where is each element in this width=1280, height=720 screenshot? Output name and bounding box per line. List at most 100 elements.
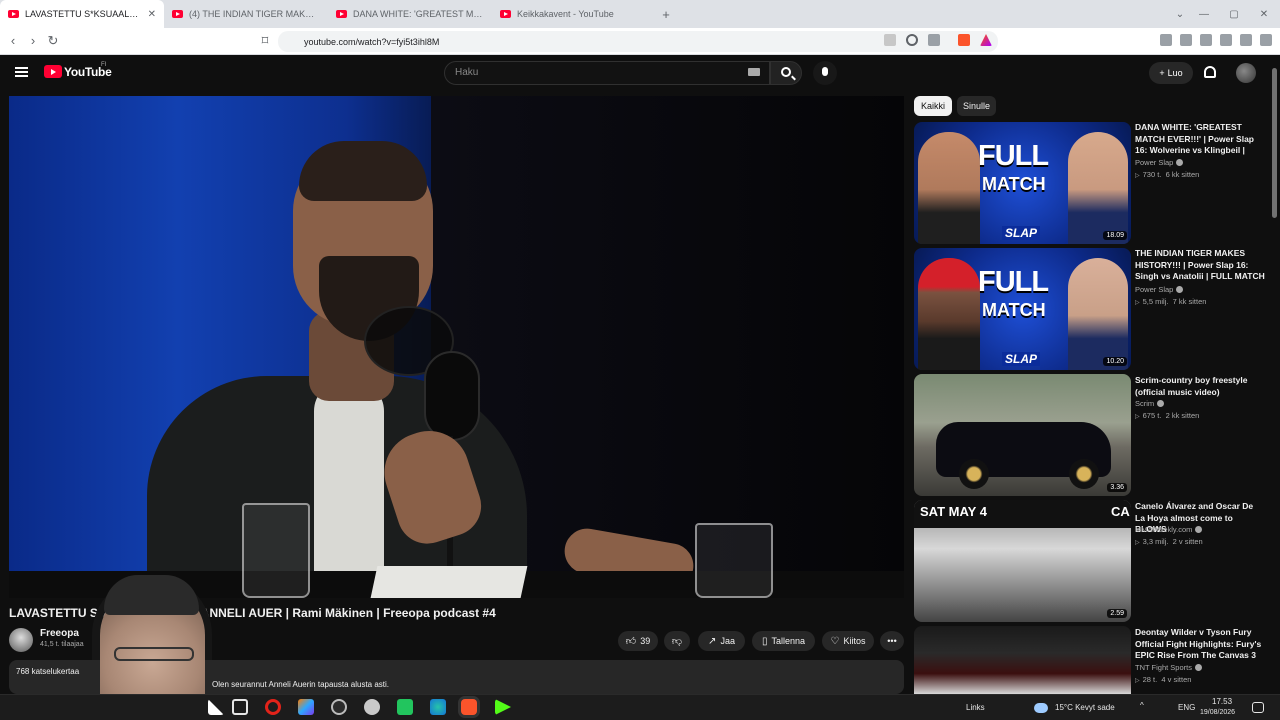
- search-input[interactable]: Haku: [444, 61, 770, 85]
- sidebar-icon[interactable]: [1180, 34, 1192, 46]
- clock-date[interactable]: 19/08/2026: [1200, 709, 1235, 716]
- video-duration: 10.20: [1103, 357, 1127, 366]
- vpn-icon[interactable]: [1240, 34, 1252, 46]
- recommendation-title[interactable]: Scrim-country boy freestyle (official mu…: [1135, 375, 1265, 398]
- verified-icon: [1194, 664, 1202, 671]
- fighter-right: [1068, 258, 1128, 370]
- share-button[interactable]: ↗ Jaa: [698, 631, 745, 651]
- like-count: 39: [640, 636, 651, 646]
- browser-tab[interactable]: DANA WHITE: 'GREATEST MATCH EV: [328, 0, 492, 28]
- recommendation-meta: ▷ 28 t. 4 v sitten: [1135, 675, 1191, 684]
- thanks-button[interactable]: ♡ Kiitos: [822, 631, 874, 651]
- minimize-icon[interactable]: —: [1190, 0, 1218, 28]
- voice-search-button[interactable]: [813, 61, 837, 85]
- recommendation-title[interactable]: Deontay Wilder v Tyson Fury Official Fig…: [1135, 627, 1265, 661]
- recommendation-title[interactable]: DANA WHITE: 'GREATEST MATCH EVER!!!' | P…: [1135, 122, 1265, 156]
- recommendation-thumbnail[interactable]: [914, 626, 1131, 694]
- menu-icon[interactable]: [1260, 34, 1272, 46]
- recommendation-channel[interactable]: TNT Fight Sports: [1135, 663, 1202, 672]
- close-icon[interactable]: ✕: [148, 9, 156, 20]
- video-player[interactable]: [9, 96, 904, 598]
- channel-avatar[interactable]: [9, 628, 33, 652]
- bookmark-save-icon: ▯: [761, 635, 768, 647]
- install-app-icon[interactable]: [928, 34, 940, 46]
- recommendation-title[interactable]: THE INDIAN TIGER MAKES HISTORY!!! | Powe…: [1135, 248, 1265, 282]
- views: 5,5 milj.: [1142, 297, 1169, 306]
- create-label: Luo: [1167, 68, 1183, 78]
- keyboard-icon[interactable]: [748, 68, 760, 76]
- media-icon[interactable]: [1160, 34, 1172, 46]
- recommendation-channel[interactable]: Power Slap: [1135, 158, 1184, 167]
- app-icon[interactable]: [364, 699, 380, 715]
- language-indicator[interactable]: ENG: [1178, 703, 1195, 712]
- brave-shield-icon[interactable]: [958, 34, 970, 46]
- like-button[interactable]: 👍︎ 39: [618, 631, 658, 651]
- podcast-guest-hair: [299, 141, 427, 201]
- window-close-icon[interactable]: ✕: [1250, 0, 1278, 28]
- new-tab-button[interactable]: +: [656, 0, 676, 28]
- recommendation-thumbnail[interactable]: FULL MATCH SLAP 18.09: [914, 122, 1131, 244]
- chip-all[interactable]: Kaikki: [914, 96, 952, 116]
- recommendation-channel[interactable]: Power Slap: [1135, 285, 1184, 294]
- app-icon[interactable]: [298, 699, 314, 715]
- account-avatar[interactable]: [1236, 63, 1256, 83]
- recommendation-channel[interactable]: MMAWeekly.com: [1135, 525, 1203, 534]
- description-text: Olen seurannut Anneli Auerin tapausta al…: [212, 680, 390, 689]
- reload-icon[interactable]: ↻: [44, 33, 62, 49]
- water-glass: [242, 503, 310, 598]
- create-button[interactable]: + Luo: [1149, 62, 1193, 84]
- dislike-button[interactable]: 👎︎: [664, 631, 690, 651]
- chevron-up-icon[interactable]: ^: [1140, 701, 1144, 710]
- scrollbar-thumb[interactable]: [1272, 68, 1277, 218]
- recommendation-thumbnail[interactable]: SAT MAY 4 CA 2.59: [914, 500, 1131, 622]
- bookmark-icon[interactable]: ⌑: [256, 33, 274, 49]
- recommendation-thumbnail[interactable]: 3.36: [914, 374, 1131, 496]
- app-icon[interactable]: [397, 699, 413, 715]
- maximize-icon[interactable]: ▢: [1220, 0, 1248, 28]
- links-toolbar[interactable]: Links: [966, 703, 985, 712]
- verified-icon: [1176, 286, 1184, 293]
- fighter-right: [1068, 132, 1128, 244]
- channel-name[interactable]: Freeopa: [40, 628, 79, 639]
- video-duration: 3.36: [1107, 483, 1127, 492]
- hamburger-menu-icon[interactable]: [15, 67, 28, 77]
- translate-icon[interactable]: [884, 34, 896, 46]
- thumbnail-text: SAT MAY 4: [920, 504, 987, 519]
- youtube-logo-icon[interactable]: [44, 65, 62, 78]
- brave-icon[interactable]: [461, 699, 477, 715]
- wallet-icon[interactable]: [1200, 34, 1212, 46]
- zoom-icon[interactable]: [906, 34, 918, 46]
- clock-time[interactable]: 17.53: [1212, 697, 1232, 706]
- notifications-bell-icon[interactable]: [1204, 66, 1216, 78]
- browser-tab[interactable]: Keikkakavent - YouTube: [492, 0, 656, 28]
- search-button[interactable]: [770, 61, 802, 85]
- tab-title: DANA WHITE: 'GREATEST MATCH EV: [353, 9, 484, 19]
- page-scrollbar[interactable]: [1270, 60, 1278, 694]
- recommendation-channel[interactable]: Scrim: [1135, 399, 1165, 408]
- verified-icon: [1195, 526, 1203, 533]
- browser-tab[interactable]: LAVASTETTU S*KSUAALRIKO ✕: [0, 0, 164, 28]
- verified-icon: [1157, 400, 1165, 407]
- leo-ai-icon[interactable]: [1220, 34, 1232, 46]
- recommendation-thumbnail[interactable]: FULL MATCH SLAP 10.20: [914, 248, 1131, 370]
- youtube-favicon-icon: [8, 10, 19, 18]
- weather-text[interactable]: 15°C Kevyt sade: [1055, 703, 1115, 712]
- studio-microphone: [424, 351, 480, 441]
- microphone-icon: [822, 67, 828, 76]
- notifications-icon[interactable]: [1252, 702, 1264, 713]
- country-code: FI: [101, 62, 107, 68]
- obs-icon[interactable]: [331, 699, 347, 715]
- save-button[interactable]: ▯ Tallenna: [752, 631, 815, 651]
- fighter-left: [918, 132, 980, 244]
- share-label: Jaa: [720, 636, 735, 646]
- thumbnail-background: [914, 626, 1131, 694]
- browser-tab[interactable]: (4) THE INDIAN TIGER MAKES HISTO: [164, 0, 328, 28]
- forward-icon[interactable]: ›: [24, 33, 42, 48]
- heart-dollar-icon: ♡: [830, 635, 840, 647]
- opera-icon[interactable]: [265, 699, 281, 715]
- more-actions-button[interactable]: •••: [880, 631, 904, 651]
- edge-icon[interactable]: [430, 699, 446, 715]
- back-icon[interactable]: ‹: [4, 33, 22, 48]
- chip-for-you[interactable]: Sinulle: [957, 96, 996, 116]
- task-view-icon[interactable]: [232, 699, 248, 715]
